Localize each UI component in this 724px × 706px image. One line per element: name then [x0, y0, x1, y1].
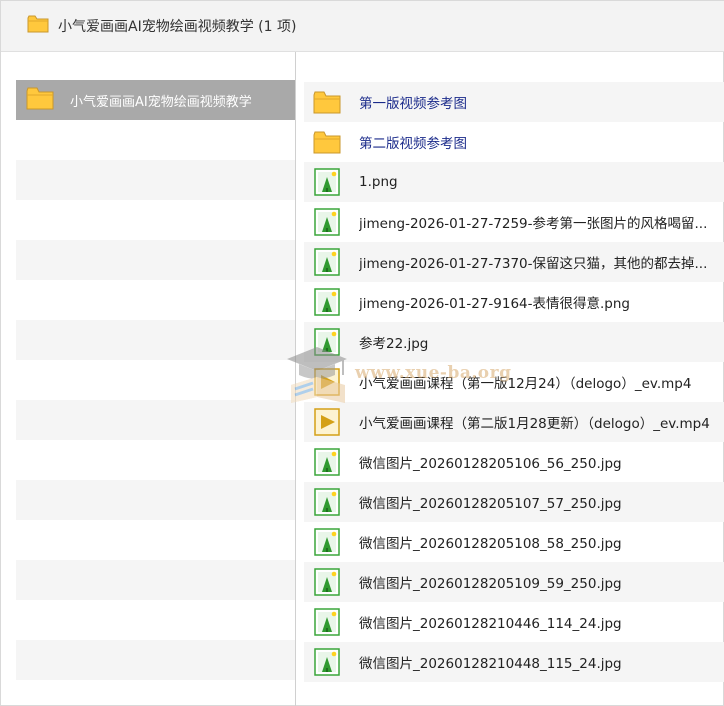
file-list-item[interactable]: 微信图片_20260128210448_115_24.jpg — [304, 642, 724, 682]
file-name-label: 1.png — [359, 174, 398, 190]
file-name-label: 微信图片_20260128205107_57_250.jpg — [359, 496, 622, 512]
video-file-icon — [313, 408, 341, 436]
file-name-label: 小气爱画画课程（第一版12月24）（delogo）_ev.mp4 — [359, 376, 692, 392]
folder-tree-pane: 小气爱画画AI宠物绘画视频教学 — [16, 80, 295, 680]
file-list-item[interactable]: 小气爱画画课程（第二版1月28更新）（delogo）_ev.mp4 — [304, 402, 724, 442]
folder-icon — [313, 88, 341, 116]
tree-empty-row — [16, 120, 295, 160]
file-name-label: jimeng-2026-01-27-7259-参考第一张图片的风格喝留... — [359, 216, 708, 232]
folder-tree-item-selected[interactable]: 小气爱画画AI宠物绘画视频教学 — [16, 80, 295, 120]
tree-empty-row — [16, 520, 295, 560]
folder-icon — [313, 128, 341, 156]
file-list-item[interactable]: 小气爱画画课程（第一版12月24）（delogo）_ev.mp4 — [304, 362, 724, 402]
image-file-icon — [313, 328, 341, 356]
file-list-item[interactable]: 参考22.jpg — [304, 322, 724, 362]
tree-empty-row — [16, 360, 295, 400]
folder-list-item[interactable]: 第一版视频参考图 — [304, 82, 724, 122]
folder-list-item[interactable]: 第二版视频参考图 — [304, 122, 724, 162]
tree-empty-row — [16, 160, 295, 200]
tree-empty-row — [16, 440, 295, 480]
tree-empty-row — [16, 560, 295, 600]
file-name-label: 微信图片_20260128205109_59_250.jpg — [359, 576, 622, 592]
tree-empty-row — [16, 280, 295, 320]
tree-empty-row — [16, 240, 295, 280]
file-name-label: 微信图片_20260128210448_115_24.jpg — [359, 656, 622, 672]
image-file-icon — [313, 488, 341, 516]
tree-empty-row — [16, 600, 295, 640]
file-list-item[interactable]: jimeng-2026-01-27-9164-表情很得意.png — [304, 282, 724, 322]
file-browser-window: 小气爱画画AI宠物绘画视频教学 (1 项) 小气爱画画AI宠物绘画视频教学 第一… — [0, 0, 724, 706]
file-list-item[interactable]: 微信图片_20260128205106_56_250.jpg — [304, 442, 724, 482]
video-file-icon — [313, 368, 341, 396]
image-file-icon — [313, 568, 341, 596]
image-file-icon — [313, 648, 341, 676]
title-bar: 小气爱画画AI宠物绘画视频教学 (1 项) — [1, 1, 724, 52]
tree-empty-row — [16, 400, 295, 440]
file-name-label: jimeng-2026-01-27-9164-表情很得意.png — [359, 296, 630, 312]
file-list-item[interactable]: jimeng-2026-01-27-7370-保留这只猫，其他的都去掉... — [304, 242, 724, 282]
image-file-icon — [313, 168, 341, 196]
image-file-icon — [313, 528, 341, 556]
image-file-icon — [313, 448, 341, 476]
file-list-item[interactable]: 1.png — [304, 162, 724, 202]
folder-icon — [27, 14, 49, 38]
tree-empty-row — [16, 640, 295, 680]
file-list-item[interactable]: 微信图片_20260128205107_57_250.jpg — [304, 482, 724, 522]
file-name-label: 第二版视频参考图 — [359, 136, 467, 152]
file-name-label: 微信图片_20260128205108_58_250.jpg — [359, 536, 622, 552]
file-name-label: 微信图片_20260128210446_114_24.jpg — [359, 616, 622, 632]
pane-divider[interactable] — [295, 52, 296, 706]
file-list-item[interactable]: 微信图片_20260128205109_59_250.jpg — [304, 562, 724, 602]
image-file-icon — [313, 288, 341, 316]
file-name-label: 参考22.jpg — [359, 336, 429, 352]
window-title: 小气爱画画AI宠物绘画视频教学 (1 项) — [58, 19, 297, 35]
image-file-icon — [313, 608, 341, 636]
file-list-item[interactable]: 微信图片_20260128210446_114_24.jpg — [304, 602, 724, 642]
file-name-label: jimeng-2026-01-27-7370-保留这只猫，其他的都去掉... — [359, 256, 708, 272]
file-list-item[interactable]: jimeng-2026-01-27-7259-参考第一张图片的风格喝留... — [304, 202, 724, 242]
folder-tree-label: 小气爱画画AI宠物绘画视频教学 — [70, 94, 252, 110]
file-name-label: 微信图片_20260128205106_56_250.jpg — [359, 456, 622, 472]
file-list-item[interactable]: 微信图片_20260128205108_58_250.jpg — [304, 522, 724, 562]
image-file-icon — [313, 208, 341, 236]
tree-empty-row — [16, 320, 295, 360]
image-file-icon — [313, 248, 341, 276]
tree-empty-row — [16, 200, 295, 240]
tree-empty-row — [16, 480, 295, 520]
folder-icon — [26, 86, 54, 114]
file-list: 第一版视频参考图 第二版视频参考图 1.png jimeng-2026-01-27-7… — [304, 82, 724, 682]
file-name-label: 第一版视频参考图 — [359, 96, 467, 112]
file-name-label: 小气爱画画课程（第二版1月28更新）（delogo）_ev.mp4 — [359, 416, 710, 432]
